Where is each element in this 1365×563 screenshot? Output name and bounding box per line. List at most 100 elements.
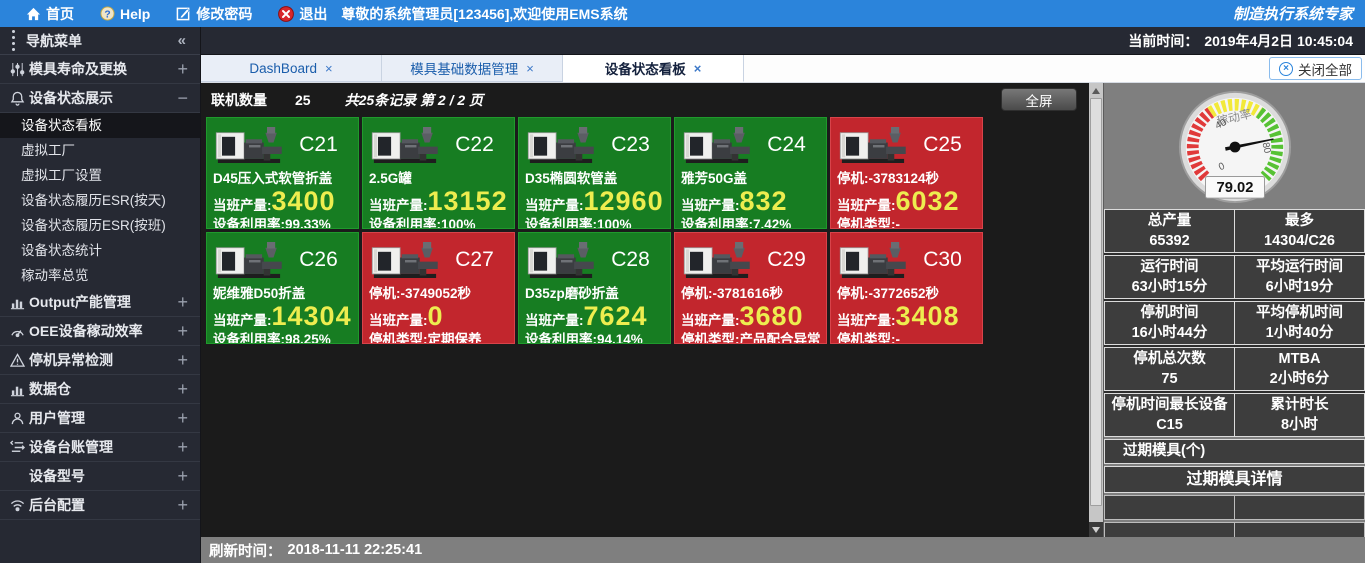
machine-photo	[681, 237, 753, 283]
fullscreen-button[interactable]: 全屏	[1001, 88, 1077, 111]
device-card-C21[interactable]: C21D45压入式软管折盖当班产量:3400设备利用率:99.33%	[206, 117, 359, 229]
sidebar-group-5[interactable]: 数据仓+	[0, 375, 200, 404]
sidebar-group-4[interactable]: 停机异常检测+	[0, 346, 200, 375]
expand-toggle-icon[interactable]: −	[177, 88, 188, 109]
sidebar-group-6[interactable]: 用户管理 +	[0, 404, 200, 433]
sidebar-group-label: 用户管理	[29, 408, 85, 428]
device-card-C24[interactable]: C24雅芳50G盖当班产量:832设备利用率:7.42%	[674, 117, 827, 229]
device-card-C28[interactable]: C28D35zp磨砂折盖当班产量:7624设备利用率:94.14%	[518, 232, 671, 344]
device-card-C23[interactable]: C23D35椭圆软管盖当班产量:12960设备利用率:100%	[518, 117, 671, 229]
device-line3: 停机类型:定期保养	[369, 331, 508, 344]
device-card-C22[interactable]: C222.5G罐当班产量:13152设备利用率:100%	[362, 117, 515, 229]
stats-label: 停机时间最长设备	[1105, 395, 1234, 415]
expand-toggle-icon[interactable]: +	[177, 350, 188, 371]
tab[interactable]: 设备状态看板 ×	[563, 55, 744, 82]
sidebar-group-label: 设备型号	[29, 466, 85, 486]
stats-value: 1小时40分	[1235, 323, 1364, 343]
device-card-C30[interactable]: C30停机:-3772652秒当班产量:3408停机类型:-	[830, 232, 983, 344]
menu-dots-icon	[0, 30, 26, 51]
device-board-panel: 联机数量 25 共25条记录 第 2 / 2 页 全屏 C21D45压入式软管折…	[201, 83, 1103, 537]
stats-label: 平均运行时间	[1235, 257, 1364, 277]
stats-table: 总产量65392最多14304/C26运行时间63小时15分平均运行时间6小时1…	[1104, 209, 1365, 437]
expand-toggle-icon[interactable]: +	[177, 59, 188, 80]
expired-molds-row: 过期模具(个)	[1104, 439, 1365, 464]
scroll-down-arrow-icon[interactable]	[1089, 522, 1103, 537]
sidebar-group-0[interactable]: 模具寿命及更换+	[0, 55, 200, 84]
shift-output-label: 当班产量:	[681, 309, 740, 329]
help-icon: ?	[100, 6, 115, 21]
device-card-C29[interactable]: C29停机:-3781616秒当班产量:3680停机类型:产品配合异常	[674, 232, 827, 344]
edit-icon	[176, 6, 191, 21]
stats-cell: 累计时长8小时	[1234, 393, 1365, 437]
expired-detail-cell	[1234, 495, 1365, 520]
scrollbar-thumb[interactable]	[1090, 98, 1102, 506]
tab[interactable]: DashBoard×	[201, 55, 382, 82]
expand-toggle-icon[interactable]: +	[177, 495, 188, 516]
vertical-scrollbar[interactable]	[1089, 83, 1103, 537]
device-line3: 设备利用率:98.25%	[213, 331, 352, 344]
sidebar-item[interactable]: 设备状态看板	[0, 113, 200, 138]
tab[interactable]: 模具基础数据管理×	[382, 55, 563, 82]
ledger-icon	[7, 440, 27, 455]
close-all-button[interactable]: × 关闭全部	[1269, 57, 1362, 80]
shift-output-label: 当班产量:	[213, 309, 272, 329]
stats-cell: 停机时间最长设备C15	[1104, 393, 1235, 437]
sidebar-item[interactable]: 稼动率总览	[0, 263, 200, 288]
current-time-label: 当前时间：	[1128, 31, 1198, 51]
stats-value: C15	[1105, 415, 1234, 435]
sidebar-header: 导航菜单 «	[0, 27, 200, 55]
sidebar-group-8[interactable]: 设备型号 +	[0, 462, 200, 491]
device-card-C27[interactable]: C27停机:-3749052秒当班产量:0停机类型:定期保养	[362, 232, 515, 344]
expand-toggle-icon[interactable]: +	[177, 292, 188, 313]
sidebar-item[interactable]: 虚拟工厂	[0, 138, 200, 163]
refresh-bar: 刷新时间： 2018-11-11 22:25:41	[201, 537, 1365, 563]
machine-photo	[525, 237, 597, 283]
sidebar-group-7[interactable]: 设备台账管理+	[0, 433, 200, 462]
device-card-C25[interactable]: C25停机:-3783124秒当班产量:6032停机类型:-	[830, 117, 983, 229]
sidebar-item[interactable]: 设备状态履历ESR(按天)	[0, 188, 200, 213]
shift-output-value: 13152	[428, 189, 508, 214]
sidebar-group-9[interactable]: 后台配置+	[0, 491, 200, 520]
sidebar-group-3[interactable]: OEE设备稼动效率+	[0, 317, 200, 346]
tab-close-icon[interactable]: ×	[694, 61, 702, 76]
sidebar-group-1[interactable]: 设备状态展示−	[0, 84, 200, 113]
home-label: 首页	[46, 4, 74, 24]
shift-output-value: 14304	[272, 304, 352, 329]
sidebar-item[interactable]: 虚拟工厂设置	[0, 163, 200, 188]
shift-output-label: 当班产量:	[837, 309, 896, 329]
shift-output-value: 832	[740, 189, 788, 214]
logout-button[interactable]: 退出	[278, 4, 327, 24]
device-line3: 停机类型:-	[837, 216, 976, 229]
stats-cell: 平均停机时间1小时40分	[1234, 301, 1365, 345]
tab-close-icon[interactable]: ×	[325, 61, 333, 76]
logout-icon	[278, 6, 294, 22]
sidebar-collapse-button[interactable]: «	[178, 32, 186, 49]
refresh-time-label: 刷新时间：	[209, 540, 282, 561]
device-id: C25	[909, 133, 976, 157]
expand-toggle-icon[interactable]: +	[177, 321, 188, 342]
stats-cell: 平均运行时间6小时19分	[1234, 255, 1365, 299]
timebar: 当前时间： 2019年4月2日 10:45:04	[201, 27, 1365, 55]
current-time-value: 2019年4月2日 10:45:04	[1204, 31, 1353, 51]
expired-detail-row	[1104, 522, 1365, 537]
expand-toggle-icon[interactable]: +	[177, 379, 188, 400]
tab-label: 设备状态看板	[605, 58, 686, 78]
expand-toggle-icon[interactable]: +	[177, 437, 188, 458]
tab-close-icon[interactable]: ×	[526, 61, 534, 76]
device-id: C21	[285, 133, 352, 157]
change-password-button[interactable]: 修改密码	[176, 4, 252, 24]
svg-text:?: ?	[104, 9, 110, 20]
home-button[interactable]: 首页	[26, 4, 74, 24]
machine-photo	[681, 122, 753, 168]
sidebar-item[interactable]: 设备状态履历ESR(按班)	[0, 213, 200, 238]
sidebar-title: 导航菜单	[26, 31, 82, 51]
help-button[interactable]: ? Help	[100, 6, 150, 22]
stats-row: 运行时间63小时15分平均运行时间6小时19分	[1104, 255, 1365, 299]
expand-toggle-icon[interactable]: +	[177, 408, 188, 429]
expand-toggle-icon[interactable]: +	[177, 466, 188, 487]
machine-photo	[369, 122, 441, 168]
sidebar-item[interactable]: 设备状态统计	[0, 238, 200, 263]
device-card-C26[interactable]: C26妮维雅D50折盖当班产量:14304设备利用率:98.25%	[206, 232, 359, 344]
scroll-up-arrow-icon[interactable]	[1089, 83, 1103, 98]
sidebar-group-2[interactable]: Output产能管理+	[0, 288, 200, 317]
